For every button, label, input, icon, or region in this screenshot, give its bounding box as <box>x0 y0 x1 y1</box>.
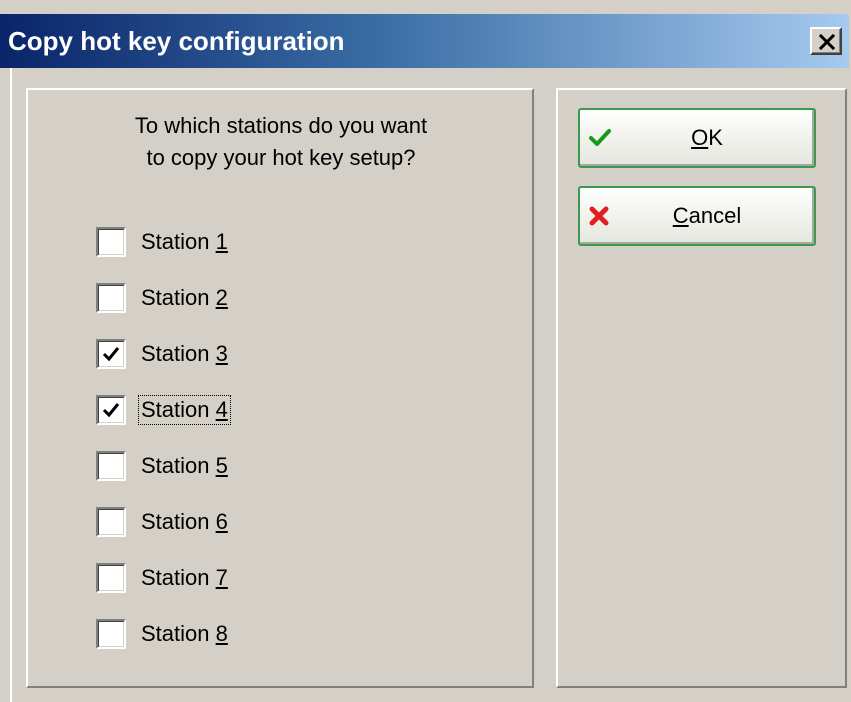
question-line-1: To which stations do you want <box>134 113 428 138</box>
close-button[interactable] <box>810 27 842 55</box>
station-7-label[interactable]: Station 7 <box>138 563 231 593</box>
checkbox-box[interactable] <box>96 283 126 313</box>
station-5-checkbox[interactable]: Station 5 <box>96 450 231 482</box>
station-7-checkbox[interactable]: Station 7 <box>96 562 231 594</box>
station-2-label[interactable]: Station 2 <box>138 283 231 313</box>
actions-group <box>556 88 847 688</box>
cancel-button-label: Cancel <box>672 203 742 228</box>
station-6-label[interactable]: Station 6 <box>138 507 231 537</box>
checkbox-box[interactable] <box>96 507 126 537</box>
checkbox-box[interactable] <box>96 451 126 481</box>
checkbox-box[interactable] <box>96 619 126 649</box>
check-mark-icon <box>102 347 120 362</box>
station-5-label[interactable]: Station 5 <box>138 451 231 481</box>
station-3-checkbox[interactable]: Station 3 <box>96 338 231 370</box>
checkbox-box[interactable] <box>96 339 126 369</box>
check-mark-icon <box>102 403 120 418</box>
cancel-button[interactable]: Cancel <box>578 186 816 246</box>
stations-group <box>26 88 534 688</box>
question-line-2: to copy your hot key setup? <box>146 145 416 170</box>
title-bar[interactable]: Copy hot key configuration <box>0 14 849 68</box>
question-text: To which stations do you want to copy yo… <box>66 110 496 174</box>
station-8-label[interactable]: Station 8 <box>138 619 231 649</box>
station-8-checkbox[interactable]: Station 8 <box>96 618 231 650</box>
checkbox-box[interactable] <box>96 563 126 593</box>
dialog-left-edge <box>10 68 12 702</box>
ok-button[interactable]: OK <box>578 108 816 168</box>
station-6-checkbox[interactable]: Station 6 <box>96 506 231 538</box>
dialog-window: Copy hot key configuration To which stat… <box>0 0 851 702</box>
station-4-checkbox[interactable]: Station 4 <box>96 394 231 426</box>
station-1-label[interactable]: Station 1 <box>138 227 231 257</box>
ok-button-label: OK <box>691 125 723 150</box>
checkbox-box[interactable] <box>96 395 126 425</box>
station-4-label[interactable]: Station 4 <box>138 395 231 425</box>
station-2-checkbox[interactable]: Station 2 <box>96 282 231 314</box>
close-icon <box>819 34 835 50</box>
checkbox-box[interactable] <box>96 227 126 257</box>
dialog-title: Copy hot key configuration <box>8 26 345 56</box>
station-3-label[interactable]: Station 3 <box>138 339 231 369</box>
station-1-checkbox[interactable]: Station 1 <box>96 226 231 258</box>
